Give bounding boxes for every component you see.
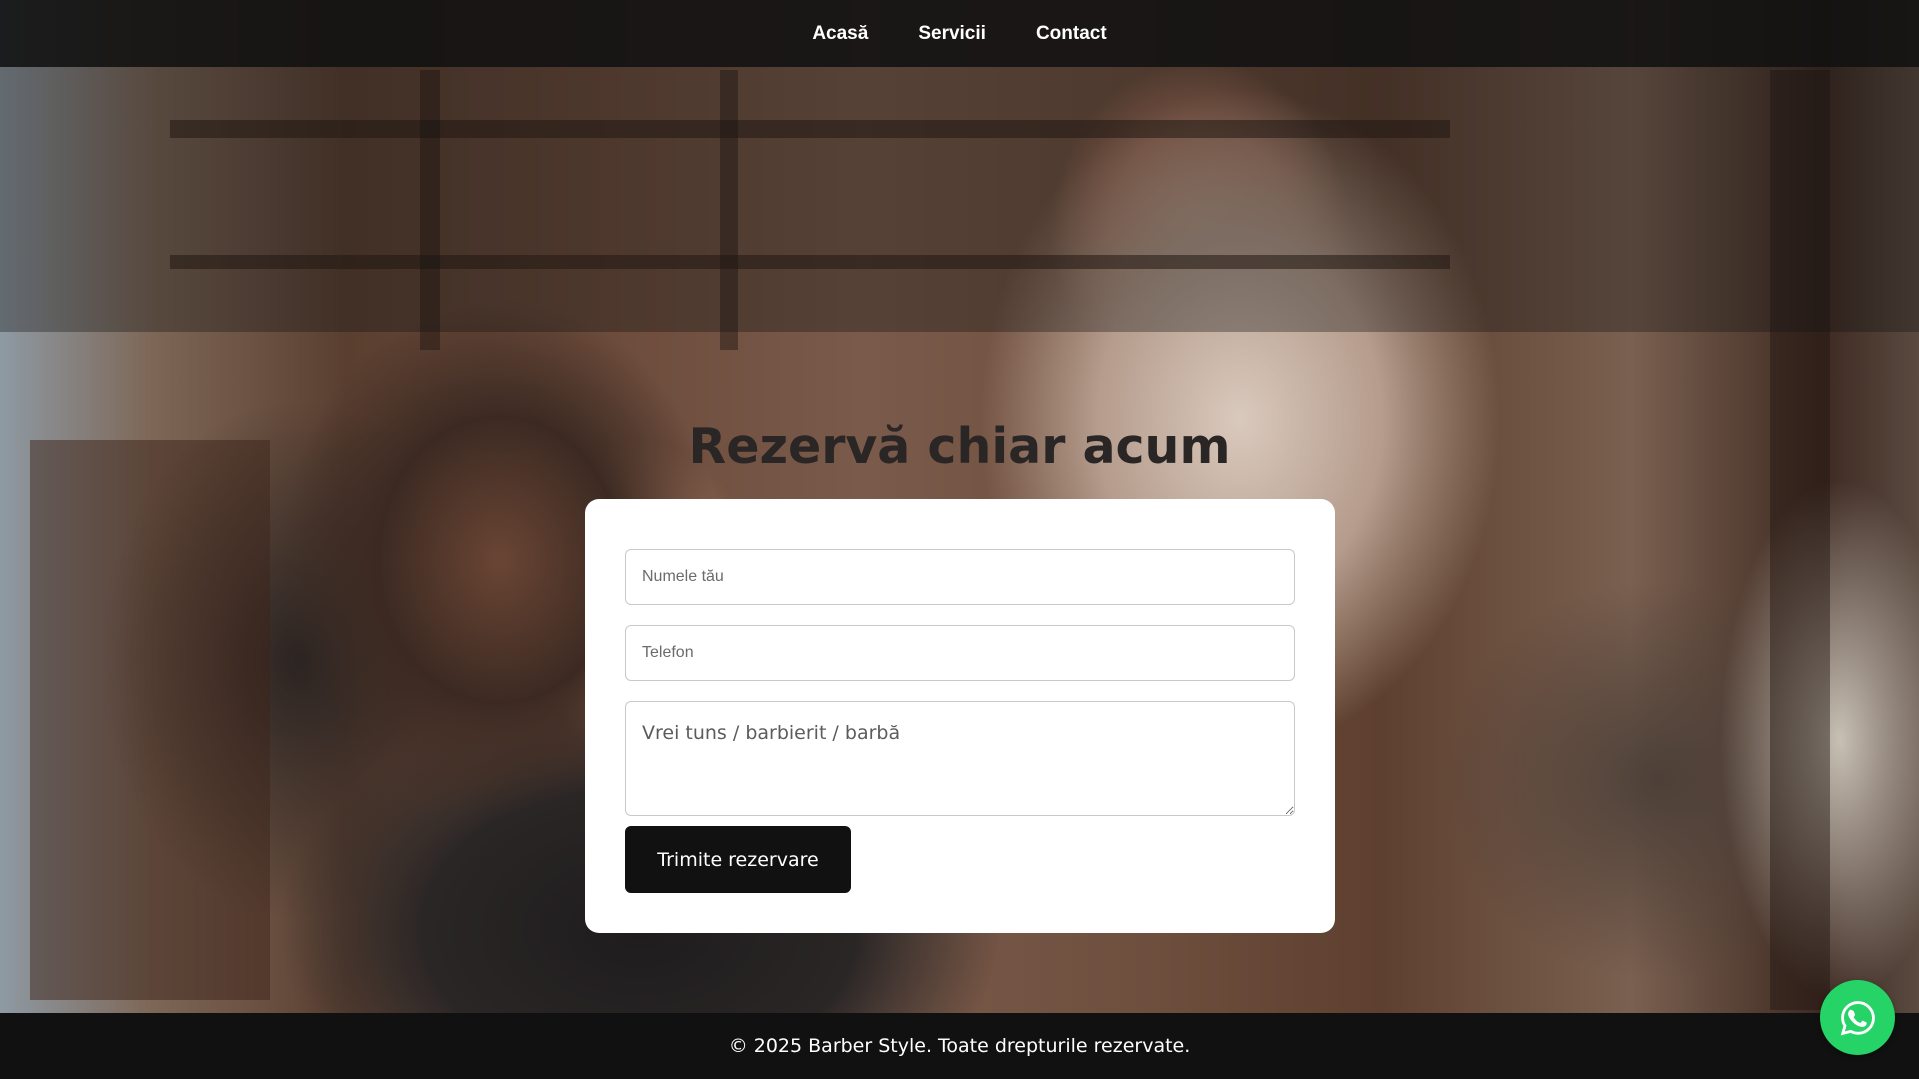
service-textarea[interactable] — [625, 701, 1295, 816]
page-title: Rezervă chiar acum — [688, 418, 1231, 475]
top-navbar: Acasă Servicii Contact — [0, 0, 1919, 67]
nav-link-services[interactable]: Servicii — [918, 23, 986, 45]
name-input[interactable] — [625, 549, 1295, 605]
whatsapp-button[interactable] — [1820, 980, 1895, 1055]
hero-top-overlay — [0, 67, 1919, 332]
phone-input[interactable] — [625, 625, 1295, 681]
nav-link-contact[interactable]: Contact — [1036, 23, 1107, 45]
footer: © 2025 Barber Style. Toate drepturile re… — [0, 1013, 1919, 1079]
booking-form: Trimite rezervare — [585, 499, 1335, 933]
whatsapp-icon — [1840, 1000, 1875, 1035]
submit-booking-button[interactable]: Trimite rezervare — [625, 826, 851, 893]
footer-copyright: © 2025 Barber Style. Toate drepturile re… — [728, 1035, 1191, 1057]
nav-link-home[interactable]: Acasă — [812, 23, 868, 45]
